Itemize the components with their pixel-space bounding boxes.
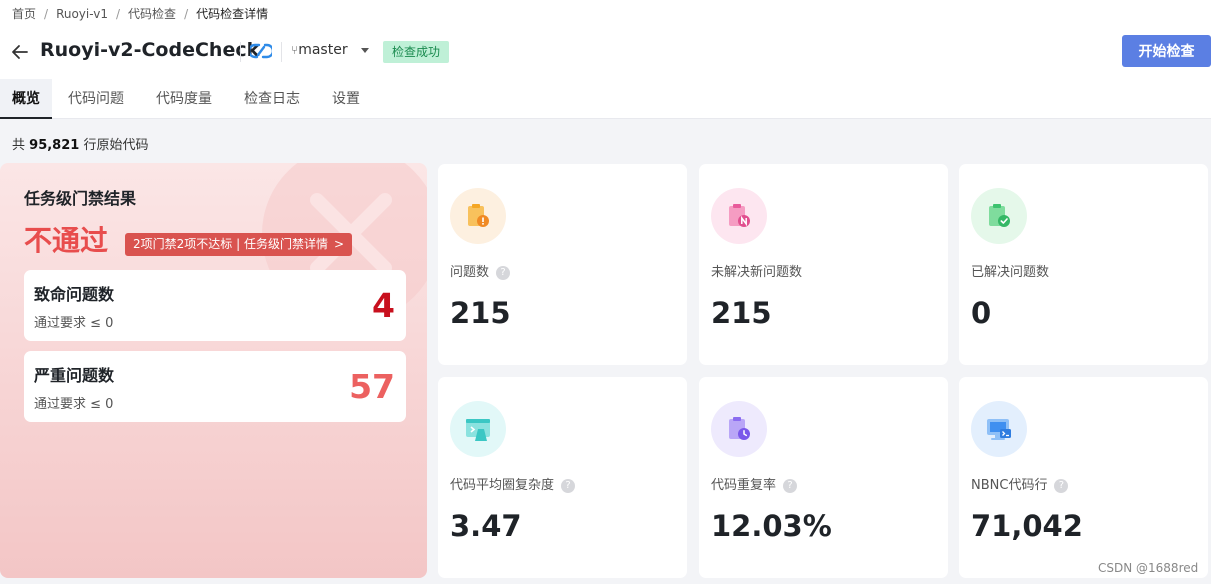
watermark: CSDN @1688red <box>1098 561 1199 575</box>
metric-label: 代码平均圈复杂度? <box>450 474 576 493</box>
terminal-window-icon <box>971 401 1027 457</box>
help-icon[interactable]: ? <box>1054 479 1069 493</box>
breadcrumb-separator: / <box>44 7 49 21</box>
divider <box>281 42 282 62</box>
metric-label: 问题数? <box>450 261 511 280</box>
tab-overview[interactable]: 概览 <box>0 79 52 119</box>
clipboard-warning-icon <box>450 188 506 244</box>
summary-suffix: 行原始代码 <box>83 138 149 153</box>
clipboard-check-icon <box>971 188 1027 244</box>
severe-issues-label: 严重问题数 <box>34 366 115 385</box>
breadcrumb-project[interactable]: Ruoyi-v1 <box>56 7 108 21</box>
tab-settings[interactable]: 设置 <box>316 79 376 119</box>
metric-value: 3.47 <box>450 509 522 543</box>
help-icon[interactable]: ? <box>561 479 576 493</box>
summary-lines: 95,821 <box>29 138 80 153</box>
metric-card-duplication[interactable]: 代码重复率? 12.03% <box>699 377 948 578</box>
code-complexity-icon <box>450 401 506 457</box>
summary-prefix: 共 <box>12 138 26 153</box>
gate-result-card: 任务级门禁结果 不通过 2项门禁2项不达标 | 任务级门禁详情 > 致命问题数 通… <box>0 163 427 578</box>
metric-label: 代码重复率? <box>711 474 798 493</box>
metric-card-nbnc-lines[interactable]: NBNC代码行? 71,042 <box>959 377 1208 578</box>
metric-card-resolved[interactable]: 已解决问题数 0 <box>959 164 1208 365</box>
metric-label: NBNC代码行? <box>971 474 1069 493</box>
gate-title: 任务级门禁结果 <box>24 189 137 208</box>
back-arrow-icon[interactable] <box>10 42 30 62</box>
metric-value: 71,042 <box>971 509 1083 543</box>
branch-selector[interactable]: ⑂master <box>291 42 369 58</box>
tab-check-log[interactable]: 检查日志 <box>228 79 316 119</box>
clipboard-new-icon <box>711 188 767 244</box>
breadcrumb-home[interactable]: 首页 <box>12 5 36 22</box>
link-icon[interactable] <box>250 41 272 61</box>
metric-value: 12.03% <box>711 509 832 543</box>
metric-card-unresolved-new[interactable]: 未解决新问题数 215 <box>699 164 948 365</box>
fatal-issues-label: 致命问题数 <box>34 285 115 304</box>
page-header: 首页 / Ruoyi-v1 / 代码检查 / 代码检查详情 Ruoyi-v2-CodeChe… <box>0 0 1211 119</box>
tab-code-issues[interactable]: 代码问题 <box>52 79 140 119</box>
help-icon[interactable]: ? <box>783 479 798 493</box>
chevron-right-icon: > <box>333 237 345 251</box>
start-check-button[interactable]: 开始检查 <box>1122 35 1211 67</box>
metric-value: 215 <box>711 296 772 330</box>
metric-label: 未解决新问题数 <box>711 265 803 280</box>
breadcrumb-separator: / <box>116 7 121 21</box>
breadcrumb-current: 代码检查详情 <box>196 7 269 21</box>
fatal-issues-requirement: 通过要求 ≤ 0 <box>34 316 114 331</box>
gate-detail-text: 2项门禁2项不达标 | 任务级门禁详情 <box>133 237 328 251</box>
tab-bar: 概览 代码问题 代码度量 检查日志 设置 <box>0 79 376 119</box>
metric-value: 215 <box>450 296 511 330</box>
branch-name: master <box>298 42 348 58</box>
chevron-down-icon <box>361 48 369 53</box>
breadcrumb: 首页 / Ruoyi-v1 / 代码检查 / 代码检查详情 <box>12 5 268 22</box>
metric-value: 0 <box>971 296 992 330</box>
severe-issues-value: 57 <box>349 367 395 406</box>
help-icon[interactable]: ? <box>496 266 511 280</box>
severe-issues-card: 严重问题数 通过要求 ≤ 0 57 <box>24 351 406 422</box>
fatal-issues-value: 4 <box>372 286 395 325</box>
tab-code-metrics[interactable]: 代码度量 <box>140 79 228 119</box>
severe-issues-requirement: 通过要求 ≤ 0 <box>34 397 114 412</box>
breadcrumb-code-check[interactable]: 代码检查 <box>128 5 176 22</box>
gate-status: 不通过 <box>24 224 109 257</box>
code-line-summary: 共 95,821 行原始代码 <box>12 134 148 153</box>
page-title: Ruoyi-v2-CodeCheck <box>40 39 260 61</box>
clipboard-clock-icon <box>711 401 767 457</box>
status-badge: 检查成功 <box>383 41 450 63</box>
gate-detail-link[interactable]: 2项门禁2项不达标 | 任务级门禁详情 > <box>125 233 353 256</box>
breadcrumb-separator: / <box>184 7 189 21</box>
divider <box>240 42 241 62</box>
metric-card-issues[interactable]: 问题数? 215 <box>438 164 687 365</box>
metric-label: 已解决问题数 <box>971 265 1050 280</box>
fatal-issues-card: 致命问题数 通过要求 ≤ 0 4 <box>24 270 406 341</box>
metric-card-complexity[interactable]: 代码平均圈复杂度? 3.47 <box>438 377 687 578</box>
